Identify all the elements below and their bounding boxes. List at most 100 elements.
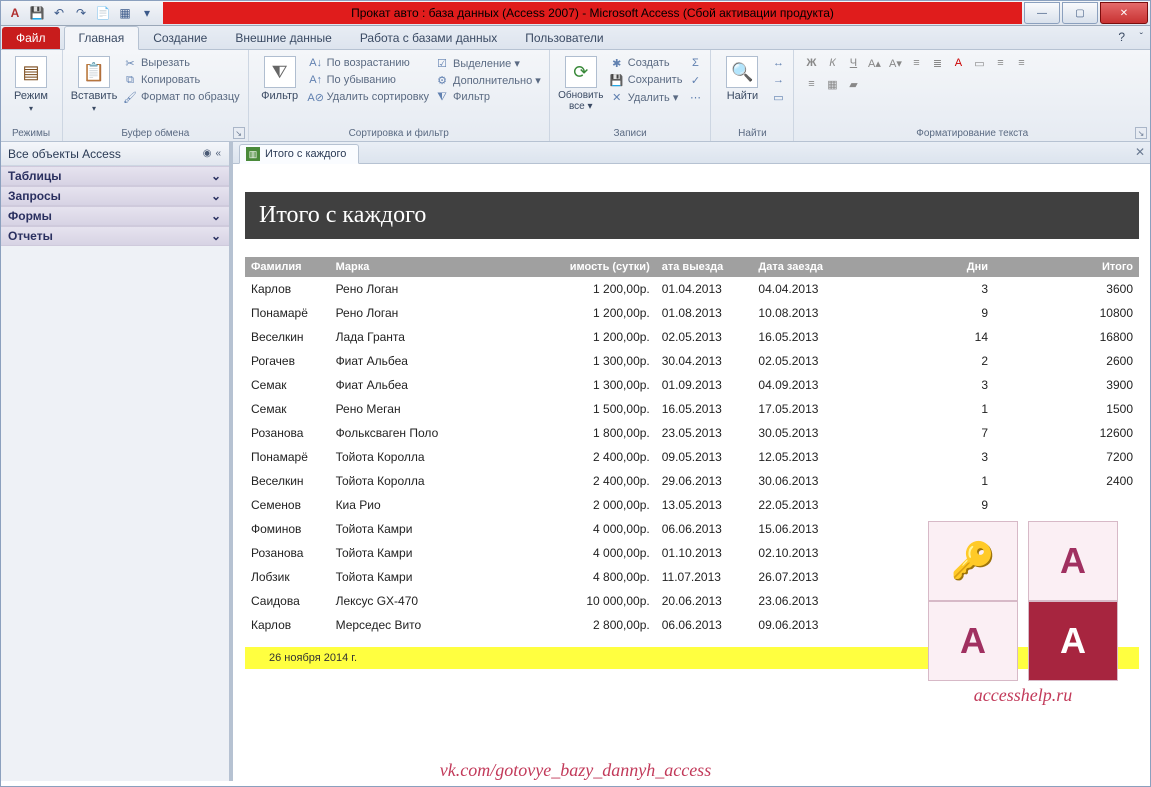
group-records: ⟳ Обновить все ▾ ✱Создать 💾Сохранить ✕Уд… [550, 50, 712, 141]
file-tab[interactable]: Файл [2, 27, 60, 49]
font-shrink-icon[interactable]: A▾ [886, 54, 904, 72]
spelling-button[interactable]: ✓ [688, 73, 702, 87]
bold-button[interactable]: Ж [802, 54, 820, 72]
new-record-button[interactable]: ✱Создать [610, 56, 683, 70]
save-icon[interactable]: 💾 [27, 3, 47, 23]
clear-sort-button[interactable]: A⊘Удалить сортировку [309, 90, 429, 104]
table-row[interactable]: ЛобзикТойота Камри4 800,00р.11.07.201326… [245, 565, 1139, 589]
underline-button[interactable]: Ч [844, 54, 862, 72]
cell: 02.05.2013 [752, 349, 849, 373]
replace-icon: ↔ [771, 56, 785, 70]
nav-cat-tables[interactable]: Таблицы⌄ [0, 166, 229, 186]
align-center-icon[interactable]: ≡ [1012, 54, 1030, 72]
table-row[interactable]: ПонамарёРено Логан1 200,00р.01.08.201310… [245, 301, 1139, 325]
help-icon[interactable]: ? [1118, 30, 1125, 44]
ribbon-collapse-icon[interactable]: ˇ [1140, 32, 1143, 43]
table-row[interactable]: СаидоваЛексус GX-47010 000,00р.20.06.201… [245, 589, 1139, 613]
toggle-filter-button[interactable]: ⧨Фильтр [435, 90, 541, 104]
new-icon[interactable]: 📄 [93, 3, 113, 23]
nav-cat-reports[interactable]: Отчеты⌄ [0, 226, 229, 246]
advanced-button[interactable]: ⚙Дополнительно ▾ [435, 73, 541, 87]
table-icon[interactable]: ▦ [115, 3, 135, 23]
delete-record-button[interactable]: ✕Удалить ▾ [610, 90, 683, 104]
qat-more-icon[interactable]: ▾ [137, 3, 157, 23]
gridlines-icon[interactable]: ▦ [823, 75, 841, 93]
table-row[interactable]: ВеселкинЛада Гранта1 200,00р.02.05.20131… [245, 325, 1139, 349]
cell: 02.10.2013 [752, 541, 849, 565]
report-title: Итого с каждого [245, 192, 1139, 239]
app-icon[interactable]: A [5, 3, 25, 23]
select-button[interactable]: ▭ [771, 90, 785, 104]
font-grow-icon[interactable]: A▴ [865, 54, 883, 72]
sort-desc-button[interactable]: A↑По убыванию [309, 73, 429, 87]
table-row[interactable]: СеменовКиа Рио2 000,00р.13.05.201322.05.… [245, 493, 1139, 517]
cut-button[interactable]: ✂Вырезать [123, 56, 240, 70]
table-row[interactable]: СемакФиат Альбеа1 300,00р.01.09.201304.0… [245, 373, 1139, 397]
clipboard-launcher-icon[interactable]: ↘ [233, 127, 245, 139]
nav-header[interactable]: Все объекты Access ◉« [0, 142, 229, 166]
align-left-icon[interactable]: ≡ [991, 54, 1009, 72]
bullets-icon[interactable]: ≡ [907, 54, 925, 72]
nav-collapse-icon[interactable]: « [215, 148, 221, 159]
table-row[interactable]: ПонамарёТойота Королла2 400,00р.09.05.20… [245, 445, 1139, 469]
font-color-button[interactable]: A [949, 54, 967, 72]
fill-color-icon[interactable]: ▰ [844, 75, 862, 93]
cell: Семак [245, 397, 330, 421]
nav-cat-queries[interactable]: Запросы⌄ [0, 186, 229, 206]
more-records-button[interactable]: ⋯ [688, 90, 702, 104]
cell: 1 300,00р. [523, 373, 656, 397]
cell: 3600 [994, 277, 1139, 301]
report-footer-date: 26 ноября 2014 г. [269, 652, 357, 664]
group-text-format: Ж К Ч A▴ A▾ ≡ ≣ A ▭ ≡ ≡ ≡ ▦ ▰ Форматиров… [794, 50, 1151, 141]
goto-button[interactable]: → [771, 73, 785, 87]
table-row[interactable]: КарловМерседес Вито2 800,00р.06.06.20130… [245, 613, 1139, 637]
delete-icon: ✕ [610, 90, 624, 104]
selection-button[interactable]: ☑Выделение ▾ [435, 56, 541, 70]
find-button[interactable]: 🔍 Найти [719, 54, 765, 126]
tab-create[interactable]: Создание [139, 27, 221, 49]
save-record-button[interactable]: 💾Сохранить [610, 73, 683, 87]
report-canvas[interactable]: Итого с каждого ФамилияМаркаимость (сутк… [233, 164, 1151, 781]
table-row[interactable]: ФоминовТойота Камри4 000,00р.06.06.20131… [245, 517, 1139, 541]
cell [994, 613, 1139, 637]
refresh-all-button[interactable]: ⟳ Обновить все ▾ [558, 54, 604, 126]
view-mode-button[interactable]: ▤ Режим ▾ [8, 54, 54, 126]
format-launcher-icon[interactable]: ↘ [1135, 127, 1147, 139]
tab-database[interactable]: Работа с базами данных [346, 27, 511, 49]
table-row[interactable]: ВеселкинТойота Королла2 400,00р.29.06.20… [245, 469, 1139, 493]
watermark-text: accesshelp.ru [974, 685, 1072, 706]
table-row[interactable]: РозановаТойота Камри4 000,00р.01.10.2013… [245, 541, 1139, 565]
nav-menu-icon[interactable]: ◉ [203, 148, 212, 159]
cell: 04.04.2013 [752, 277, 849, 301]
paste-button[interactable]: 📋 Вставить ▾ [71, 54, 117, 126]
align-right-icon[interactable]: ≡ [802, 75, 820, 93]
italic-button[interactable]: К [823, 54, 841, 72]
filter-button[interactable]: ⧨ Фильтр [257, 54, 303, 126]
close-button[interactable]: ✕ [1100, 2, 1148, 24]
minimize-button[interactable]: — [1024, 2, 1060, 24]
sort-asc-button[interactable]: A↓По возрастанию [309, 56, 429, 70]
copy-button[interactable]: ⧉Копировать [123, 73, 240, 87]
cell: Понамарё [245, 301, 330, 325]
document-close-icon[interactable]: ✕ [1135, 145, 1145, 159]
table-row[interactable]: РозановаФольксваген Поло1 800,00р.23.05.… [245, 421, 1139, 445]
tab-users[interactable]: Пользователи [511, 27, 617, 49]
maximize-button[interactable]: ▢ [1062, 2, 1098, 24]
document-tab[interactable]: ▥ Итого с каждого [239, 144, 359, 164]
numbering-icon[interactable]: ≣ [928, 54, 946, 72]
tab-home[interactable]: Главная [64, 26, 140, 50]
format-painter-button[interactable]: 🖌Формат по образцу [123, 90, 240, 104]
replace-button[interactable]: ↔ [771, 56, 785, 70]
undo-icon[interactable]: ↶ [49, 3, 69, 23]
table-row[interactable]: СемакРено Меган1 500,00р.16.05.201317.05… [245, 397, 1139, 421]
find-label: Найти [727, 90, 758, 102]
totals-button[interactable]: Σ [688, 56, 702, 70]
group-sort-label: Сортировка и фильтр [257, 126, 541, 139]
table-row[interactable]: РогачевФиат Альбеа1 300,00р.30.04.201302… [245, 349, 1139, 373]
highlight-button[interactable]: ▭ [970, 54, 988, 72]
tab-external[interactable]: Внешние данные [221, 27, 346, 49]
table-row[interactable]: КарловРено Логан1 200,00р.01.04.201304.0… [245, 277, 1139, 301]
redo-icon[interactable]: ↷ [71, 3, 91, 23]
nav-cat-forms[interactable]: Формы⌄ [0, 206, 229, 226]
clipboard-icon: 📋 [78, 56, 110, 88]
